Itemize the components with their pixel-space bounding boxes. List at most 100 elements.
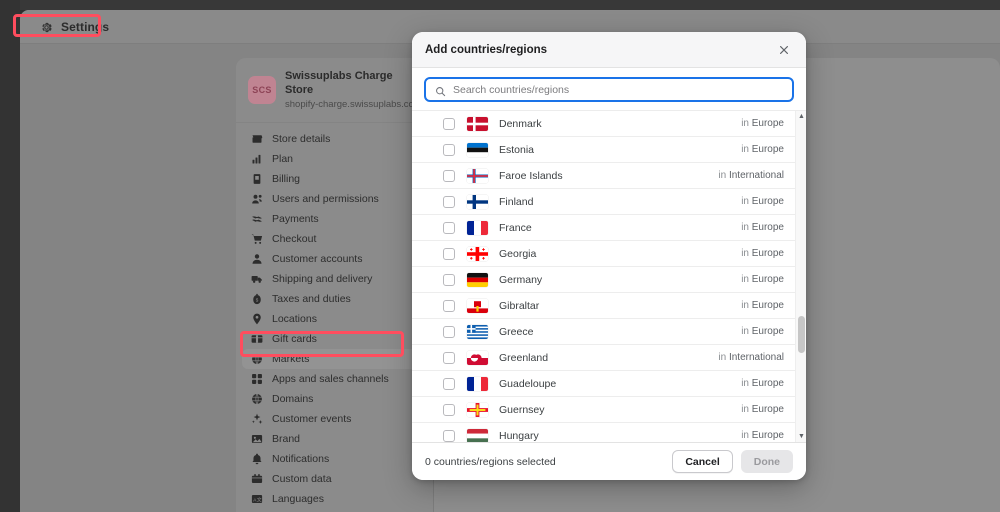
country-row[interactable]: Gibraltar in Europe [412,293,806,319]
country-row[interactable]: Hungary in Europe [412,423,806,442]
country-region: in Europe [741,326,784,337]
country-checkbox[interactable] [443,143,455,156]
sidebar-item-customer-events[interactable]: Customer events [242,409,427,429]
person-icon [250,252,263,265]
countries-list-wrapper: Denmark in Europe Estonia in Europe Faroe Is… [412,110,806,442]
country-row[interactable]: France in Europe [412,215,806,241]
country-row[interactable]: Greenland in International [412,345,806,371]
sidebar-item-billing[interactable]: Billing [242,169,427,189]
tax-icon: $ [250,292,263,305]
country-checkbox[interactable] [443,403,455,416]
sidebar-item-users-and-permissions[interactable]: Users and permissions [242,189,427,209]
country-row[interactable]: Finland in Europe [412,189,806,215]
translate-icon: A文 [250,492,263,505]
country-row[interactable]: Faroe Islands in International [412,163,806,189]
sidebar-item-markets[interactable]: Markets [242,348,427,369]
region-name: Europe [751,274,784,285]
country-region: in International [718,352,784,363]
country-checkbox[interactable] [443,325,455,338]
country-checkbox[interactable] [443,377,455,390]
sidebar-item-payments[interactable]: Payments [242,209,427,229]
region-name: Europe [751,248,784,259]
sidebar-item-store-details[interactable]: Store details [242,129,427,149]
country-row[interactable]: Estonia in Europe [412,137,806,163]
region-prefix: in [741,222,752,233]
country-region: in Europe [741,430,784,441]
region-name: Europe [751,430,784,441]
sidebar-item-customer-accounts[interactable]: Customer accounts [242,249,427,269]
region-prefix: in [718,352,729,363]
sparkle-icon [250,412,263,425]
close-icon[interactable] [775,41,793,59]
sidebar-item-custom-data[interactable]: Custom data [242,469,427,489]
sidebar-item-gift-cards[interactable]: Gift cards [242,329,427,349]
region-prefix: in [741,248,752,259]
scroll-up-icon[interactable]: ▲ [796,111,806,122]
country-name: Greece [499,325,534,338]
gear-icon [40,21,53,34]
sidebar-item-plan[interactable]: Plan [242,149,427,169]
list-scrollbar[interactable]: ▲ ▼ [795,111,806,442]
scroll-down-icon[interactable]: ▼ [796,431,806,442]
done-button[interactable]: Done [740,450,793,473]
sidebar-item-locations[interactable]: Locations [242,309,427,329]
sidebar-item-notifications[interactable]: Notifications [242,449,427,469]
store-name: Swissuplabs Charge Store [285,70,393,96]
country-checkbox[interactable] [443,195,455,208]
country-name: Finland [499,195,534,208]
scrollbar-thumb[interactable] [798,316,805,353]
country-checkbox[interactable] [443,299,455,312]
country-checkbox[interactable] [443,247,455,260]
country-region: in Europe [741,196,784,207]
country-row[interactable]: Germany in Europe [412,267,806,293]
country-checkbox[interactable] [443,117,455,130]
country-checkbox[interactable] [443,273,455,286]
sidebar-item-label: Plan [272,152,294,165]
sidebar-item-taxes-and-duties[interactable]: $ Taxes and duties [242,289,427,309]
flag-icon-gl [467,350,488,365]
settings-chip[interactable]: Settings [32,16,119,38]
avatar: SCS [248,76,276,105]
giftcard-icon [250,332,263,345]
country-checkbox[interactable] [443,221,455,234]
sidebar-item-label: Store details [272,132,331,145]
cancel-button[interactable]: Cancel [672,450,733,473]
flag-icon-ge [467,246,488,261]
flag-icon-gg [467,402,488,417]
sidebar-item-label: Payments [272,212,319,225]
sidebar-item-label: Markets [272,352,310,365]
sidebar-item-label: Taxes and duties [272,292,351,305]
country-region: in Europe [741,300,784,311]
sidebar-item-brand[interactable]: Brand [242,429,427,449]
flag-icon-ee [467,142,488,157]
search-input[interactable] [453,83,783,96]
country-region: in Europe [741,248,784,259]
sidebar-item-apps-and-sales-channels[interactable]: Apps and sales channels [242,369,427,389]
country-checkbox[interactable] [443,429,455,442]
modal-footer: 0 countries/regions selected Cancel Done [412,442,806,480]
country-row[interactable]: Denmark in Europe [412,111,806,137]
country-name: Georgia [499,247,537,260]
sidebar-item-label: Gift cards [272,332,317,345]
flag-icon-dk [467,116,488,131]
country-row[interactable]: Guadeloupe in Europe [412,371,806,397]
sidebar-item-languages[interactable]: A 文 Languages [242,489,427,509]
sidebar-item-checkout[interactable]: Checkout [242,229,427,249]
country-row[interactable]: Greece in Europe [412,319,806,345]
store-header[interactable]: SCS Swissuplabs Charge Store shopify-cha… [236,58,433,123]
sidebar-item-label: Domains [272,392,314,405]
country-row[interactable]: Georgia in Europe [412,241,806,267]
search-box[interactable] [424,77,794,102]
country-checkbox[interactable] [443,169,455,182]
browser-frame: Settings SCS Swissuplabs Charge Store sh… [0,0,1000,512]
sidebar-item-shipping-and-delivery[interactable]: Shipping and delivery [242,269,427,289]
region-prefix: in [741,300,752,311]
country-name: Estonia [499,143,535,156]
globe-icon [250,352,263,365]
country-checkbox[interactable] [443,351,455,364]
bell-icon [250,452,263,465]
flag-icon-hu [467,428,488,442]
countries-list[interactable]: Denmark in Europe Estonia in Europe Faroe Is… [412,111,806,442]
country-row[interactable]: Guernsey in Europe [412,397,806,423]
sidebar-item-domains[interactable]: Domains [242,389,427,409]
